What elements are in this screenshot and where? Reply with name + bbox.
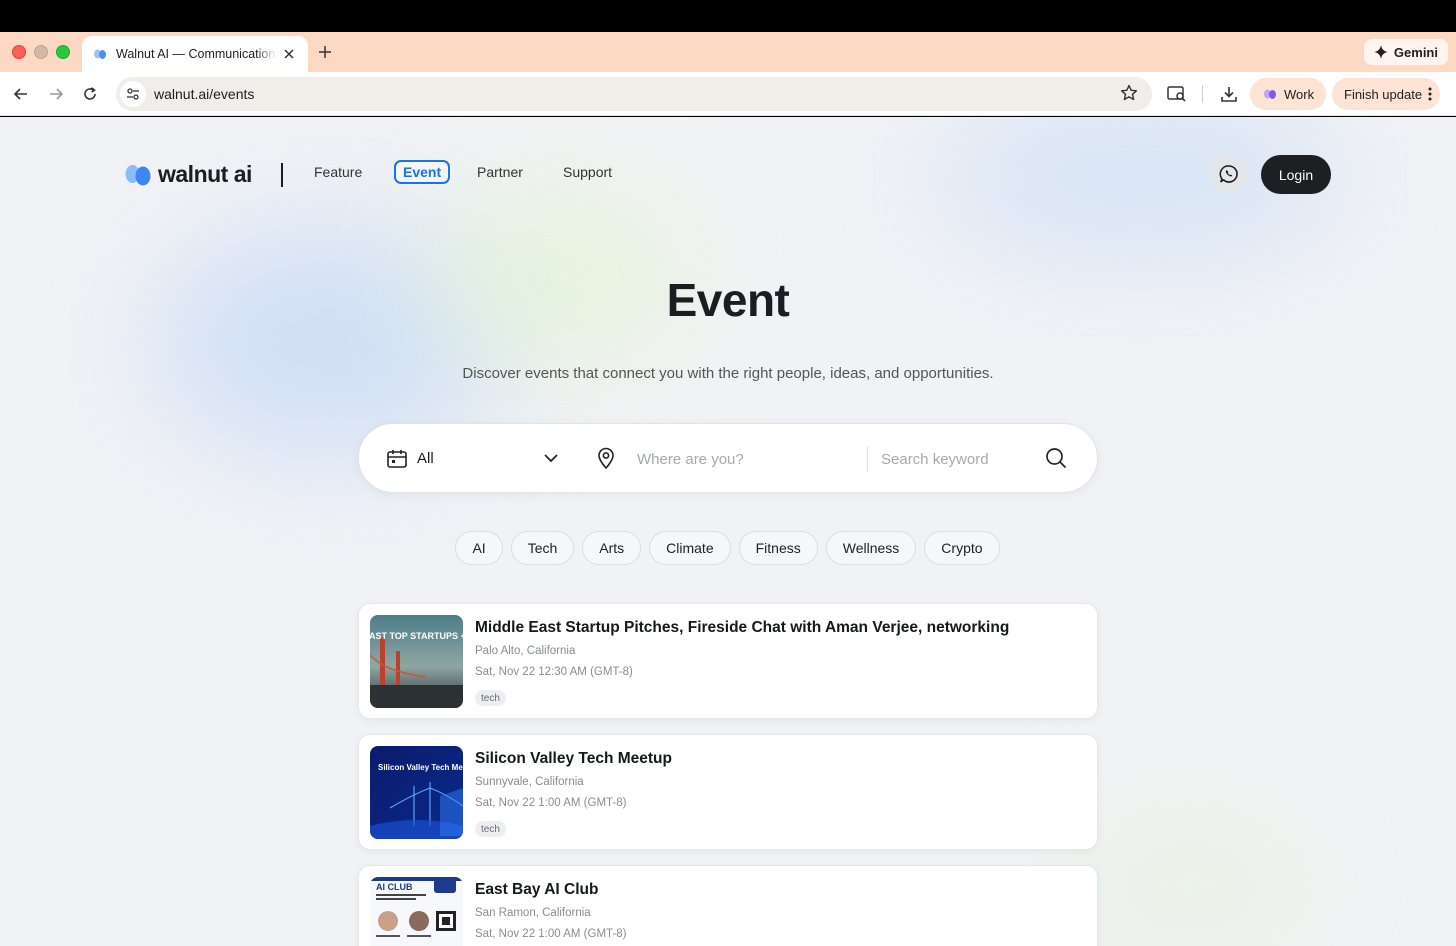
forward-button[interactable]	[44, 82, 68, 106]
address-bar[interactable]: walnut.ai/events	[116, 77, 1152, 111]
calendar-icon	[386, 448, 408, 475]
nav-link-partner[interactable]: Partner	[477, 164, 523, 180]
background-blob-green-bottom	[1060, 817, 1320, 946]
location-pin-icon	[595, 446, 617, 475]
profile-work-chip[interactable]: Work	[1250, 78, 1327, 110]
minimize-window-button[interactable]	[34, 45, 48, 59]
category-chip-ai[interactable]: AI	[455, 531, 503, 565]
sparkle-icon	[1373, 45, 1388, 59]
gemini-button[interactable]: Gemini	[1363, 39, 1448, 65]
browser-tab-active[interactable]: Walnut AI — Communication Hub	[82, 36, 308, 72]
logo-text: walnut ai	[158, 161, 252, 187]
date-filter-value[interactable]: All	[417, 450, 434, 467]
thumbnail-text: MIDDLE EAST TOP STARTUPS +FIRESIDE CHAT	[370, 631, 463, 641]
chevron-down-icon[interactable]	[543, 450, 559, 471]
event-tag: tech	[475, 821, 506, 837]
back-button[interactable]	[9, 82, 33, 106]
category-chip-tech[interactable]: Tech	[510, 531, 575, 565]
browser-toolbar: walnut.ai/events Work Finish update	[0, 72, 1456, 116]
event-thumbnail: Silicon Valley Tech Meetup	[370, 746, 463, 839]
download-icon[interactable]	[1217, 82, 1241, 106]
event-thumbnail: MIDDLE EAST TOP STARTUPS +FIRESIDE CHAT	[370, 615, 463, 708]
whatsapp-button[interactable]	[1210, 155, 1248, 193]
event-date: Sat, Nov 22 1:00 AM (GMT-8)	[475, 928, 627, 940]
event-title[interactable]: Middle East Startup Pitches, Fireside Ch…	[475, 619, 1009, 637]
reload-button[interactable]	[78, 82, 102, 106]
nav-link-feature[interactable]: Feature	[314, 164, 362, 180]
event-card[interactable]: Silicon Valley Tech Meetup Silicon Valle…	[358, 734, 1098, 850]
event-card[interactable]: MIDDLE EAST TOP STARTUPS +FIRESIDE CHAT …	[358, 603, 1098, 719]
bookmark-star-icon[interactable]	[1120, 84, 1138, 107]
tab-close-icon[interactable]	[280, 45, 298, 63]
category-chip-arts[interactable]: Arts	[582, 531, 642, 565]
browser-tab-strip: Walnut AI — Communication Hub Gemini	[0, 32, 1456, 72]
event-date: Sat, Nov 22 12:30 AM (GMT-8)	[475, 666, 633, 678]
toolbar-divider	[1202, 85, 1203, 103]
new-tab-button[interactable]	[314, 41, 336, 63]
event-thumbnail: AI CLUB	[370, 877, 463, 946]
thumbnail-text: Silicon Valley Tech Meetup	[378, 763, 463, 772]
maximize-window-button[interactable]	[56, 45, 70, 59]
login-button[interactable]: Login	[1261, 155, 1331, 194]
nav-separator	[281, 163, 283, 187]
site-navbar: walnut ai Feature Event Partner Support …	[0, 117, 1456, 233]
nav-link-support[interactable]: Support	[563, 164, 612, 180]
finish-update-button[interactable]: Finish update	[1332, 78, 1441, 110]
page-subtitle: Discover events that connect you with th…	[462, 365, 994, 382]
finish-update-label: Finish update	[1344, 86, 1423, 102]
event-search-bar: All	[358, 423, 1098, 493]
address-url[interactable]: walnut.ai/events	[154, 86, 254, 102]
gemini-label: Gemini	[1393, 44, 1438, 60]
tab-title: Walnut AI — Communication Hub	[116, 47, 276, 61]
search-icon[interactable]	[1045, 447, 1067, 474]
category-chip-crypto[interactable]: Crypto	[924, 531, 1000, 565]
event-location: Palo Alto, California	[475, 645, 576, 657]
site-settings-icon[interactable]	[120, 81, 146, 107]
event-date: Sat, Nov 22 1:00 AM (GMT-8)	[475, 797, 627, 809]
keyword-search-input[interactable]	[881, 448, 1031, 470]
screen-top-bar	[0, 0, 1456, 32]
category-filters: AI Tech Arts Climate Fitness Wellness Cr…	[0, 531, 1456, 565]
profile-label: Work	[1284, 86, 1315, 102]
thumbnail-text: AI CLUB	[376, 882, 413, 892]
category-chip-wellness[interactable]: Wellness	[825, 531, 917, 565]
location-input[interactable]	[637, 448, 857, 470]
category-chip-climate[interactable]: Climate	[649, 531, 731, 565]
close-window-button[interactable]	[12, 45, 26, 59]
event-card[interactable]: AI CLUB East Bay AI Club San Ramon, Cali…	[358, 865, 1098, 946]
walnut-logo[interactable]: walnut ai	[124, 161, 252, 188]
walnut-favicon-icon	[92, 46, 108, 62]
event-location: San Ramon, California	[475, 907, 591, 919]
event-title[interactable]: East Bay AI Club	[475, 881, 598, 899]
profile-avatar-icon	[1264, 89, 1276, 99]
walnut-logo-icon	[125, 164, 151, 185]
event-location: Sunnyvale, California	[475, 776, 584, 788]
page-content: walnut ai Feature Event Partner Support …	[0, 117, 1456, 946]
event-tag: tech	[475, 690, 506, 706]
tab-search-icon[interactable]	[1165, 82, 1189, 106]
page-title: Event	[666, 274, 790, 326]
more-vertical-icon	[1428, 87, 1432, 101]
category-chip-fitness[interactable]: Fitness	[738, 531, 818, 565]
search-divider	[867, 446, 868, 472]
whatsapp-icon	[1219, 165, 1238, 183]
nav-link-event[interactable]: Event	[394, 160, 451, 184]
event-title[interactable]: Silicon Valley Tech Meetup	[475, 750, 672, 768]
